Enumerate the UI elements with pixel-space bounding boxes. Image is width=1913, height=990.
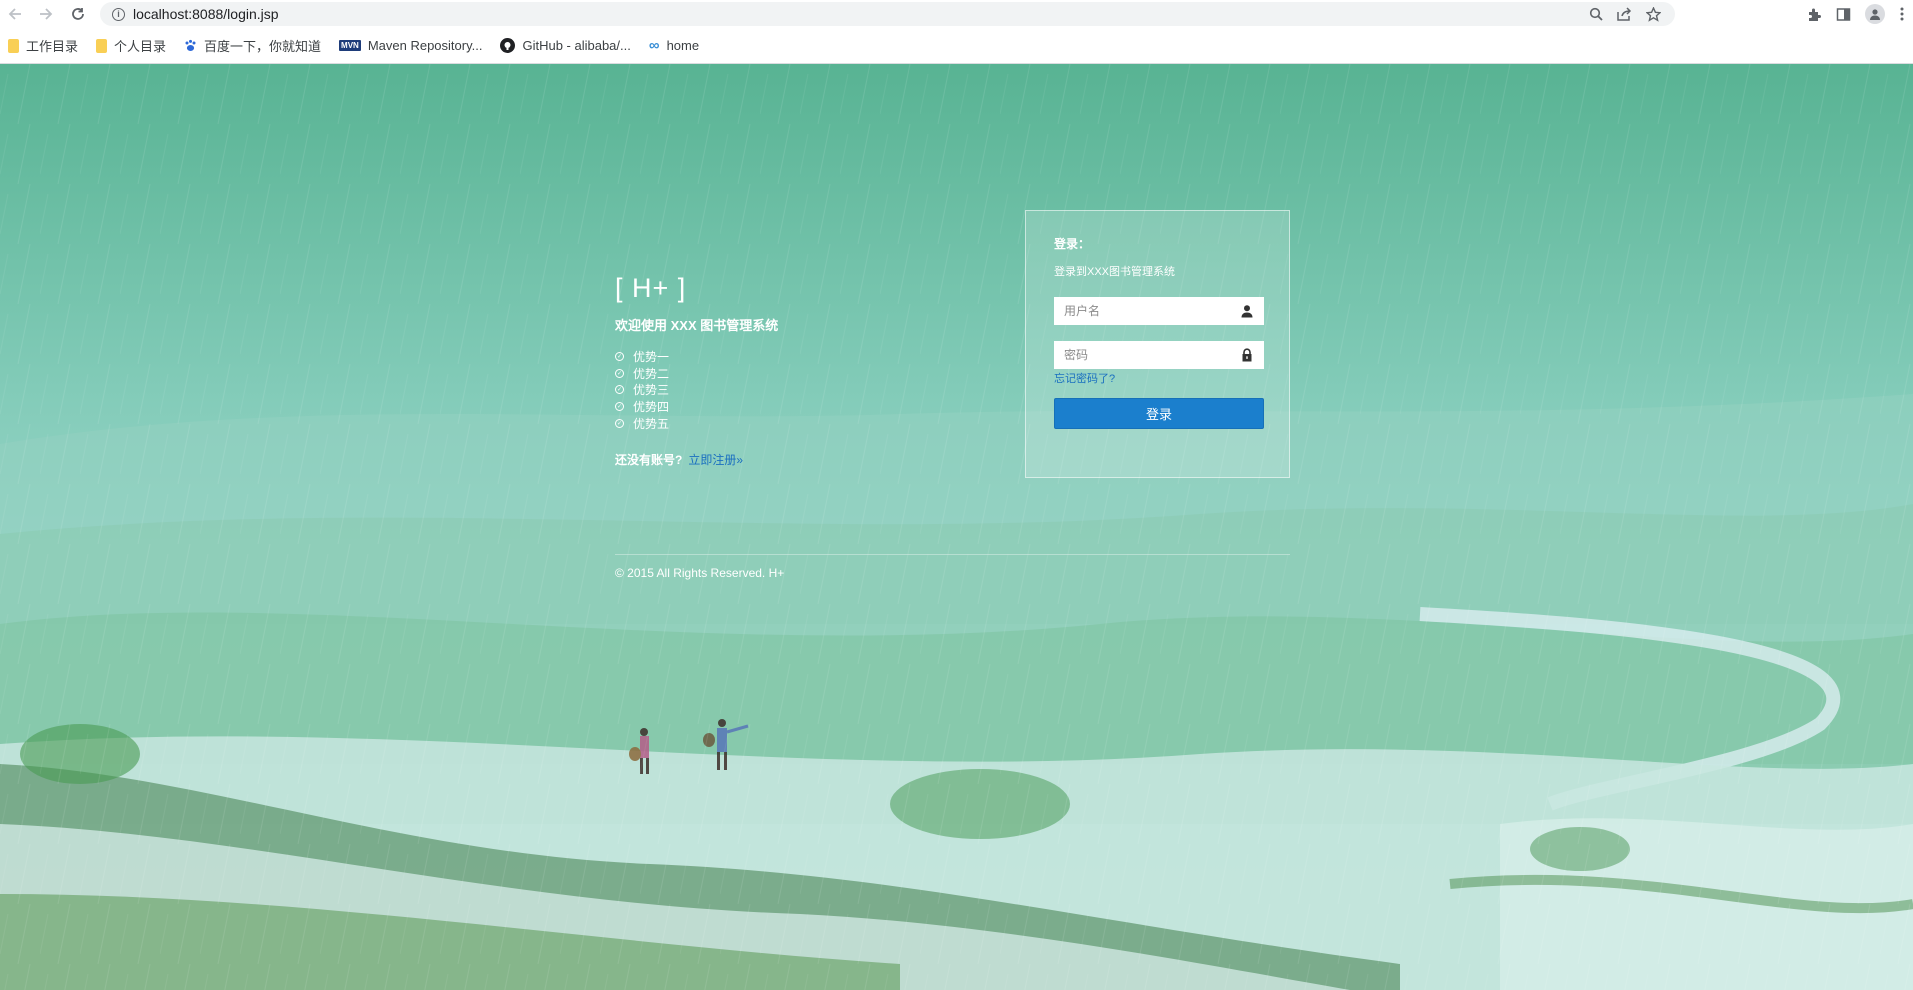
menu-kebab-icon[interactable] bbox=[1899, 6, 1905, 22]
register-link[interactable]: 立即注册» bbox=[688, 453, 743, 467]
list-item: ✓ 优势二 bbox=[615, 365, 669, 382]
bookmark-label: Maven Repository... bbox=[367, 38, 483, 53]
footer-divider bbox=[615, 554, 1290, 555]
copyright-text: © 2015 All Rights Reserved. H+ bbox=[615, 566, 785, 580]
page-viewport: [ H+ ] 欢迎使用 XXX 图书管理系统 ✓ 优势一 ✓ 优势二 ✓ 优势三 ✓ 优… bbox=[0, 64, 1913, 990]
bookmarks-bar: 工作目录 个人目录 百度一下，你就知道 MVN Maven Repository… bbox=[0, 28, 1913, 64]
arrow-right-icon bbox=[40, 8, 53, 20]
no-account-text: 还没有账号? bbox=[615, 453, 683, 467]
list-item: ✓ 优势四 bbox=[615, 398, 669, 415]
list-item: ✓ 优势三 bbox=[615, 381, 669, 398]
login-subtitle: 登录到XXX图书管理系统 bbox=[1054, 266, 1176, 278]
folder-icon bbox=[8, 38, 19, 53]
login-panel: 登录： 登录到XXX图书管理系统 忘记密码了? 登录 bbox=[1025, 210, 1290, 478]
bookmark-baidu[interactable]: 百度一下，你就知道 bbox=[184, 36, 321, 55]
share-icon[interactable] bbox=[1617, 7, 1632, 21]
feature-text: 优势二 bbox=[633, 366, 670, 381]
arrow-left-icon bbox=[8, 8, 21, 20]
user-icon bbox=[1241, 305, 1253, 318]
bookmark-github[interactable]: GitHub - alibaba/... bbox=[500, 38, 631, 53]
feature-list: ✓ 优势一 ✓ 优势二 ✓ 优势三 ✓ 优势四 ✓ 优势五 bbox=[615, 348, 669, 431]
extensions-icon[interactable] bbox=[1807, 7, 1822, 22]
bookmark-label: 工作目录 bbox=[26, 39, 79, 54]
bookmark-work-dir[interactable]: 工作目录 bbox=[8, 36, 78, 55]
feature-text: 优势三 bbox=[633, 383, 670, 398]
folder-icon bbox=[96, 38, 108, 53]
url-text: localhost:8088/login.jsp bbox=[133, 6, 279, 22]
password-input[interactable] bbox=[1054, 347, 1236, 363]
side-panel-icon[interactable] bbox=[1836, 7, 1851, 22]
lock-icon bbox=[1242, 348, 1252, 362]
maven-icon: MVN bbox=[339, 40, 361, 51]
browser-toolbar: i localhost:8088/login.jsp bbox=[0, 0, 1913, 28]
bookmark-label: 百度一下，你就知道 bbox=[204, 39, 322, 54]
bookmark-label: home bbox=[666, 38, 700, 53]
bookmark-personal-dir[interactable]: 个人目录 bbox=[96, 36, 166, 55]
reload-icon bbox=[72, 8, 84, 20]
address-bar[interactable]: i localhost:8088/login.jsp bbox=[100, 2, 1675, 26]
check-circle-icon: ✓ bbox=[615, 401, 624, 411]
welcome-heading: 欢迎使用 XXX 图书管理系统 bbox=[615, 318, 779, 333]
check-circle-icon: ✓ bbox=[615, 368, 624, 378]
brand-title: [ H+ ] bbox=[615, 273, 687, 303]
address-bar-actions bbox=[1589, 2, 1661, 26]
github-icon bbox=[500, 38, 516, 53]
username-input[interactable] bbox=[1054, 303, 1236, 319]
forward-button[interactable] bbox=[34, 2, 58, 26]
feature-text: 优势五 bbox=[633, 416, 670, 431]
background-landscape-image bbox=[0, 64, 1913, 990]
bookmark-label: 个人目录 bbox=[114, 39, 167, 54]
back-button[interactable] bbox=[3, 2, 27, 26]
feature-text: 优势四 bbox=[633, 399, 670, 414]
check-circle-icon: ✓ bbox=[615, 385, 624, 395]
password-field[interactable] bbox=[1054, 341, 1264, 369]
list-item: ✓ 优势一 bbox=[615, 348, 669, 365]
profile-avatar-icon[interactable] bbox=[1865, 4, 1885, 24]
bookmark-star-icon[interactable] bbox=[1646, 6, 1661, 22]
zoom-icon[interactable] bbox=[1589, 7, 1603, 21]
login-title: 登录： bbox=[1054, 237, 1091, 251]
toolbar-actions bbox=[1807, 2, 1913, 26]
signup-prompt: 还没有账号? 立即注册» bbox=[615, 451, 743, 468]
baidu-paw-icon bbox=[184, 39, 197, 52]
feature-text: 优势一 bbox=[633, 349, 670, 364]
bookmark-home[interactable]: ∞ home bbox=[649, 37, 699, 54]
check-circle-icon: ✓ bbox=[615, 418, 624, 428]
bookmark-maven[interactable]: MVN Maven Repository... bbox=[339, 38, 482, 53]
check-circle-icon: ✓ bbox=[615, 351, 624, 361]
list-item: ✓ 优势五 bbox=[615, 415, 669, 432]
forgot-password-link[interactable]: 忘记密码了? bbox=[1054, 370, 1115, 386]
username-field[interactable] bbox=[1054, 297, 1264, 325]
login-button[interactable]: 登录 bbox=[1054, 398, 1264, 429]
bookmark-label: GitHub - alibaba/... bbox=[522, 38, 631, 53]
reload-button[interactable] bbox=[66, 2, 90, 26]
site-info-icon[interactable]: i bbox=[112, 7, 125, 21]
infinity-icon: ∞ bbox=[648, 37, 660, 54]
